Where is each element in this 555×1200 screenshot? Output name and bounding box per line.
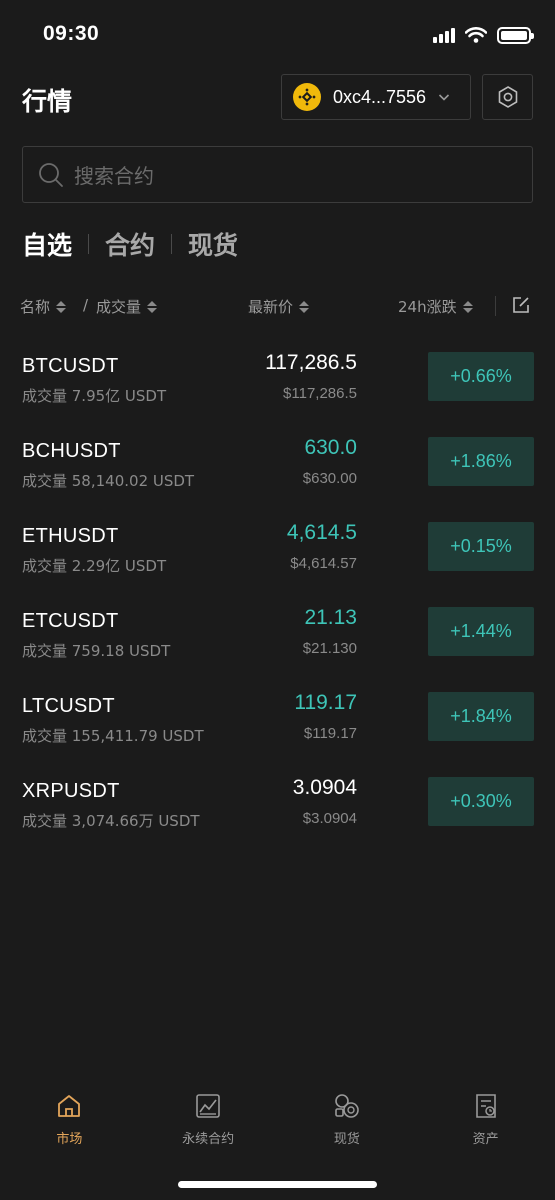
column-volume-label: 成交量 (96, 298, 142, 316)
market-price: 117,286.5 (265, 351, 357, 374)
market-usd-price: $119.17 (303, 725, 357, 742)
market-price: 119.17 (294, 691, 357, 714)
tab-separator (171, 234, 173, 254)
market-volume: 成交量 7.95亿 USDT (22, 387, 167, 405)
nav-perpetual[interactable]: 永续合约 (139, 1090, 278, 1160)
market-list: BTCUSDT 成交量 7.95亿 USDT 117,286.5 $117,28… (0, 337, 555, 847)
wallet-address: 0xc4...7556 (333, 86, 427, 107)
nav-label: 永续合约 (182, 1132, 235, 1147)
market-price: 630.0 (304, 436, 357, 459)
cellular-signal-icon (433, 27, 455, 43)
market-tabs: 自选 合约 现货 (22, 226, 238, 262)
sort-icon (462, 300, 473, 313)
wifi-icon (465, 27, 487, 43)
sort-by-price[interactable]: 最新价 (248, 296, 310, 317)
bnb-coin-icon (293, 83, 321, 111)
home-indicator[interactable] (178, 1181, 377, 1188)
market-volume: 成交量 2.29亿 USDT (22, 557, 167, 575)
nav-label: 市场 (56, 1132, 83, 1147)
sort-by-change[interactable]: 24h涨跌 (398, 296, 473, 317)
settings-button[interactable] (482, 74, 533, 120)
tab-favorites[interactable]: 自选 (22, 226, 72, 262)
market-volume: 成交量 3,074.66万 USDT (22, 812, 200, 830)
hexagon-settings-icon (498, 86, 517, 108)
wallet-selector-button[interactable]: 0xc4...7556 (281, 74, 471, 120)
market-price: 3.0904 (292, 776, 357, 799)
home-icon (58, 1095, 81, 1117)
column-name-label: 名称 (20, 298, 51, 316)
column-divider (495, 296, 496, 316)
nav-assets[interactable]: 资产 (416, 1090, 555, 1160)
market-symbol: LTCUSDT (22, 695, 115, 717)
change-badge[interactable]: +1.84% (428, 692, 534, 741)
change-badge[interactable]: +1.44% (428, 607, 534, 656)
wallet-doc-icon (475, 1094, 496, 1118)
sort-icon (56, 300, 67, 313)
market-symbol: BTCUSDT (22, 355, 119, 377)
battery-icon (497, 26, 534, 44)
market-row[interactable]: ETHUSDT 成交量 2.29亿 USDT 4,614.5 $4,614.57… (0, 507, 555, 592)
chart-icon (196, 1094, 220, 1118)
market-usd-price: $3.0904 (302, 810, 357, 827)
chevron-down-icon (439, 94, 450, 101)
tab-spot[interactable]: 现货 (188, 226, 238, 262)
bottom-nav: 市场 永续合约 现货 资产 (0, 1090, 555, 1160)
market-usd-price: $21.130 (302, 640, 357, 657)
status-bar: 09:30 (0, 0, 555, 70)
search-icon (39, 162, 63, 187)
column-price-label: 最新价 (248, 298, 294, 316)
market-row[interactable]: ETCUSDT 成交量 759.18 USDT 21.13 $21.130 +1… (0, 592, 555, 677)
sort-icon (147, 300, 158, 313)
market-symbol: BCHUSDT (22, 440, 121, 462)
market-row[interactable]: BCHUSDT 成交量 58,140.02 USDT 630.0 $630.00… (0, 422, 555, 507)
market-usd-price: $4,614.57 (290, 555, 357, 572)
market-usd-price: $630.00 (302, 470, 357, 487)
nav-market[interactable]: 市场 (0, 1090, 139, 1160)
header: 行情 0xc4...7556 (0, 74, 555, 122)
nav-spot[interactable]: 现货 (278, 1090, 417, 1160)
market-symbol: ETHUSDT (22, 525, 119, 547)
change-badge[interactable]: +0.66% (428, 352, 534, 401)
coins-icon (335, 1094, 359, 1118)
status-icons (433, 24, 534, 46)
market-row[interactable]: XRPUSDT 成交量 3,074.66万 USDT 3.0904 $3.090… (0, 762, 555, 847)
nav-label: 现货 (333, 1132, 360, 1147)
sort-by-name[interactable]: 名称 (20, 296, 67, 317)
market-symbol: XRPUSDT (22, 780, 120, 802)
column-change-label: 24h涨跌 (398, 298, 457, 316)
market-price: 4,614.5 (286, 521, 357, 544)
sort-by-volume[interactable]: 成交量 (96, 296, 158, 317)
market-volume: 成交量 155,411.79 USDT (22, 727, 204, 745)
nav-label: 资产 (472, 1132, 499, 1147)
market-symbol: ETCUSDT (22, 610, 119, 632)
change-badge[interactable]: +1.86% (428, 437, 534, 486)
market-usd-price: $117,286.5 (283, 385, 357, 402)
change-badge[interactable]: +0.30% (428, 777, 534, 826)
market-row[interactable]: LTCUSDT 成交量 155,411.79 USDT 119.17 $119.… (0, 677, 555, 762)
sort-icon (299, 300, 310, 313)
market-row[interactable]: BTCUSDT 成交量 7.95亿 USDT 117,286.5 $117,28… (0, 337, 555, 422)
column-separator: / (83, 296, 89, 314)
tab-separator (88, 234, 90, 254)
market-price: 21.13 (304, 606, 357, 629)
change-badge[interactable]: +0.15% (428, 522, 534, 571)
page-title: 行情 (22, 87, 73, 116)
market-volume: 成交量 759.18 USDT (22, 642, 171, 660)
tab-contracts[interactable]: 合约 (105, 226, 155, 262)
edit-icon[interactable] (511, 295, 531, 315)
search-input[interactable]: 搜索合约 (22, 146, 533, 203)
search-placeholder: 搜索合约 (74, 164, 154, 188)
status-time: 09:30 (43, 22, 100, 45)
column-header: 名称 / 成交量 最新价 24h涨跌 (0, 292, 555, 320)
market-volume: 成交量 58,140.02 USDT (22, 472, 195, 490)
